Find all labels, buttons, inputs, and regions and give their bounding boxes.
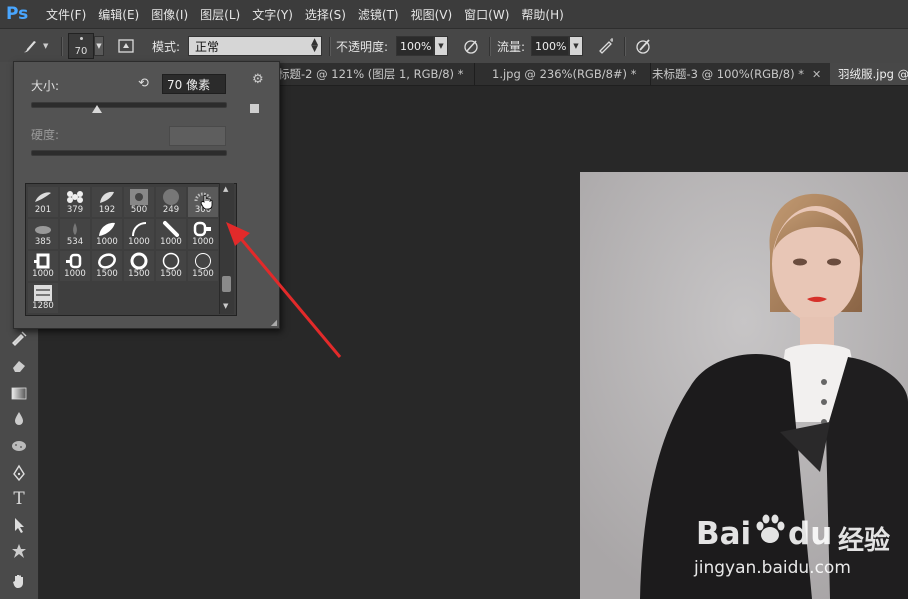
- arrow-head: [226, 222, 250, 246]
- baidu-watermark: Bai du 经验 jingyan.baidu.com: [690, 510, 905, 588]
- baidu-url: jingyan.baidu.com: [694, 558, 851, 578]
- baidu-paw-icon: [756, 514, 785, 543]
- baidu-brand-cn: 经验: [838, 526, 891, 556]
- arrow-shaft: [235, 233, 342, 358]
- baidu-brand-left: Bai: [696, 516, 752, 552]
- baidu-brand-right: du: [788, 516, 833, 552]
